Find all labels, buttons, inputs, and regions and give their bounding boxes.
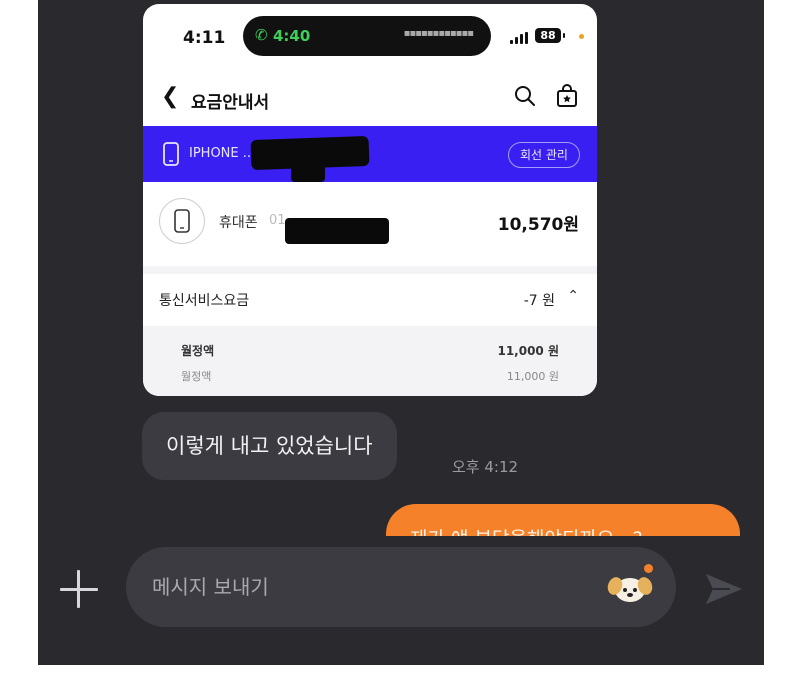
privacy-indicator: [579, 34, 584, 39]
section-divider: [143, 266, 597, 274]
redaction-mark: [291, 156, 325, 182]
line-bar: IPHONE ... 회선 관리: [143, 126, 597, 182]
dynamic-island: ✆ 4:40 ▪▪▪▪▪▪▪▪▪▪▪▪: [243, 16, 491, 56]
chevron-up-icon: ⌃: [567, 288, 579, 304]
bill-title: 요금안내서: [191, 93, 270, 113]
device-label: 휴대폰: [219, 215, 258, 231]
phone-icon: [163, 142, 179, 166]
message-input[interactable]: [126, 547, 676, 627]
battery-icon: 88: [535, 28, 561, 43]
fee-detail-box: 월정액 11,000 원 월정액 11,000 원: [143, 326, 597, 396]
message-input-bar: [38, 536, 764, 665]
battery-nub: [563, 33, 565, 38]
redaction-mark: [285, 218, 389, 244]
received-message-bubble[interactable]: 이렇게 내고 있었습니다: [142, 412, 397, 480]
smartphone-icon: [174, 209, 190, 233]
send-icon[interactable]: [700, 566, 746, 612]
notification-dot: [644, 564, 653, 573]
device-row: 휴대폰 01 10,570원: [143, 182, 597, 266]
search-icon: [515, 86, 535, 106]
signal-icon: [510, 32, 530, 44]
detail-label: 월정액: [181, 370, 212, 383]
detail-amount: 11,000 원: [506, 370, 559, 383]
message-timestamp: 오후 4:12: [452, 458, 519, 476]
chevron-left-icon: ❮: [161, 84, 180, 109]
cart-icon: [557, 84, 577, 107]
bill-header: ❮ 요금안내서: [143, 74, 597, 122]
detail-amount: 11,000 원: [497, 344, 559, 358]
service-fee-amount: -7 원: [523, 293, 555, 309]
manage-line-button: 회선 관리: [508, 142, 580, 168]
plus-icon[interactable]: [56, 566, 102, 612]
status-bar: 4:11 ✆ 4:40 ▪▪▪▪▪▪▪▪▪▪▪▪ 88: [143, 4, 597, 66]
shared-screenshot[interactable]: 4:11 ✆ 4:40 ▪▪▪▪▪▪▪▪▪▪▪▪ 88 ❮ 요금안내서 IPHO…: [143, 4, 597, 396]
device-icon-circle: [159, 198, 205, 244]
detail-label: 월정액: [181, 344, 215, 358]
waveform-icon: ▪▪▪▪▪▪▪▪▪▪▪▪: [403, 28, 474, 39]
call-icon: ✆: [255, 26, 268, 44]
call-time: 4:40: [273, 27, 311, 45]
chat-screen: 4:11 ✆ 4:40 ▪▪▪▪▪▪▪▪▪▪▪▪ 88 ❮ 요금안내서 IPHO…: [38, 0, 764, 665]
device-amount: 10,570원: [497, 215, 579, 235]
service-fee-row: 통신서비스요금 -7 원 ⌃: [143, 274, 597, 326]
device-number: 01: [269, 213, 286, 228]
status-clock: 4:11: [183, 28, 226, 48]
emoticon-dog-icon[interactable]: [606, 568, 654, 608]
line-name: IPHONE ...: [189, 146, 256, 161]
service-fee-label: 통신서비스요금: [159, 293, 250, 309]
